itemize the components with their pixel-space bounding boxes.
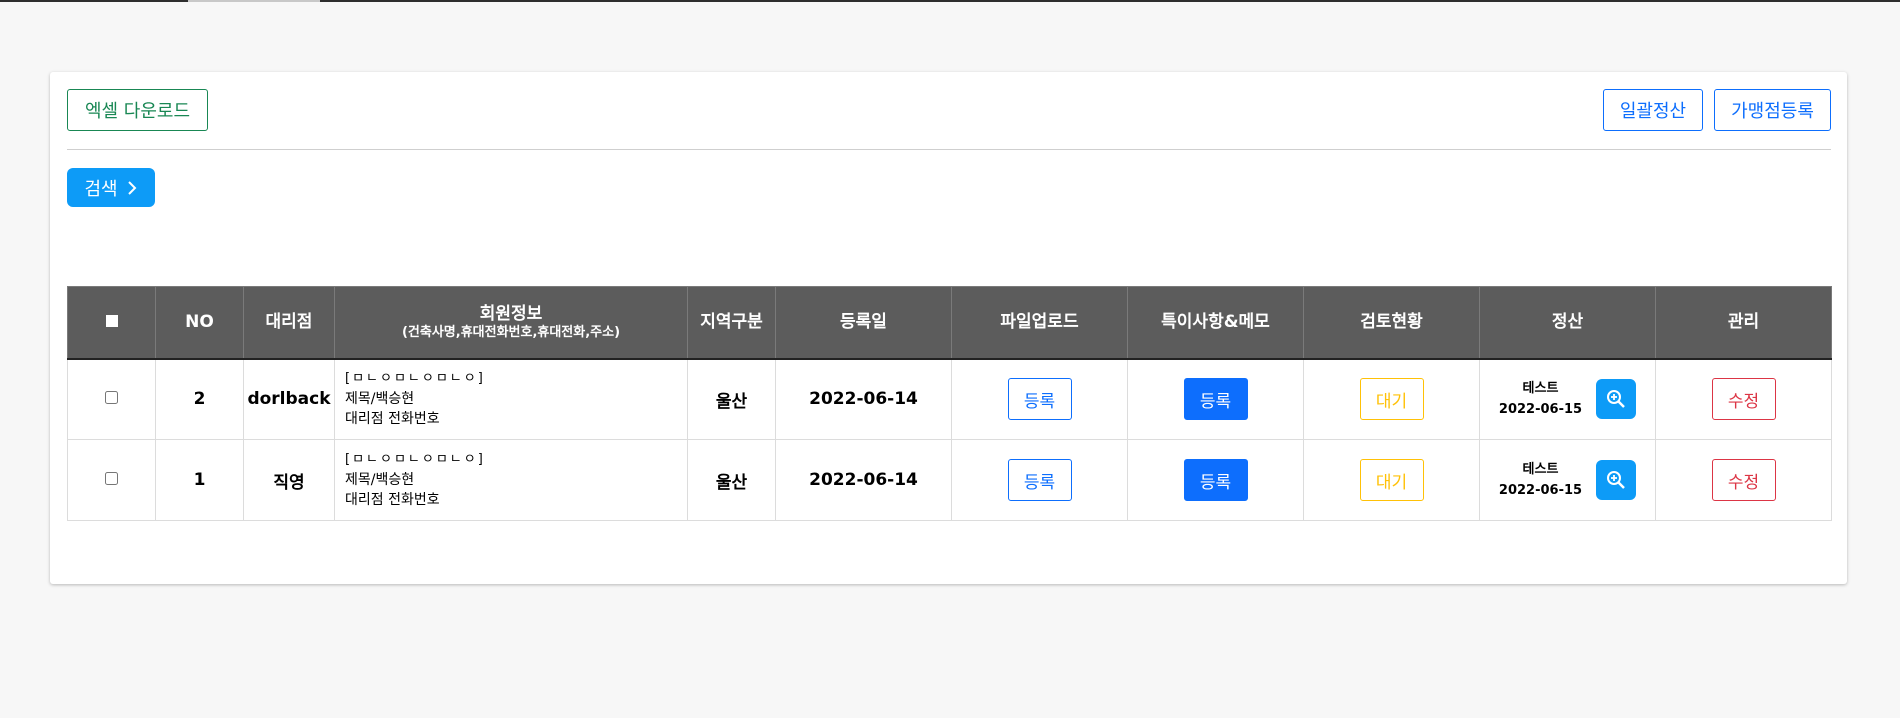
header-member-subtitle: (건축사명,휴대전화번호,휴대전화,주소) (401, 324, 621, 340)
header-review: 검토현황 (1303, 286, 1480, 360)
member-info-line2: 제목/백승현 (345, 472, 415, 488)
content-card: 엑셀 다운로드 일괄정산 가맹점등록 검색 NO 대리점 회원정보 (건축사명,… (50, 72, 1847, 584)
settle-detail-button[interactable] (1596, 460, 1637, 500)
row-select-cell (67, 439, 156, 521)
row-checkbox[interactable] (105, 472, 118, 485)
table-row: 2 dorlback [ㅁㄴㅇㅁㄴㅇㅁㄴㅇ] 제목/백승현 대리점 전화번호 울… (67, 358, 1832, 440)
bulk-settle-button[interactable]: 일괄정산 (1603, 89, 1703, 131)
table-header-row: NO 대리점 회원정보 (건축사명,휴대전화번호,휴대전화,주소) 지역구분 등… (67, 286, 1832, 360)
member-info-line1: [ㅁㄴㅇㅁㄴㅇㅁㄴㅇ] (345, 452, 485, 467)
header-no: NO (155, 286, 244, 360)
member-info-line2: 제목/백승현 (345, 391, 415, 408)
header-memo: 특이사항&메모 (1127, 286, 1304, 360)
row-settle-cell: 테스트 2022-06-15 (1479, 439, 1656, 521)
file-upload-button[interactable]: 등록 (1007, 459, 1072, 501)
header-member-title: 회원정보 (479, 303, 543, 324)
member-info-line3: 대리점 전화번호 (345, 492, 440, 508)
edit-button[interactable]: 수정 (1711, 378, 1776, 421)
row-agency: dorlback (243, 358, 335, 440)
chevron-right-icon (127, 180, 136, 195)
row-manage-cell: 수정 (1655, 439, 1832, 521)
settle-name: 테스트 (1522, 381, 1559, 397)
zoom-in-icon (1607, 390, 1625, 409)
header-agency: 대리점 (243, 286, 335, 360)
memo-register-button[interactable]: 등록 (1183, 378, 1248, 421)
header-reg-date: 등록일 (775, 286, 952, 360)
row-memo-cell: 등록 (1127, 358, 1304, 440)
row-reg-date: 2022-06-14 (775, 358, 952, 440)
row-no: 2 (155, 358, 244, 440)
memo-register-button[interactable]: 등록 (1183, 459, 1248, 501)
zoom-in-icon (1607, 471, 1625, 489)
header-manage: 관리 (1655, 286, 1832, 360)
table-row: 1 직영 [ㅁㄴㅇㅁㄴㅇㅁㄴㅇ] 제목/백승현 대리점 전화번호 울산 2022… (67, 439, 1832, 521)
row-no: 1 (155, 439, 244, 521)
file-upload-button[interactable]: 등록 (1007, 378, 1072, 421)
settle-detail-button[interactable] (1596, 379, 1637, 420)
row-file-cell: 등록 (951, 439, 1128, 521)
row-review-cell: 대기 (1303, 358, 1480, 440)
row-checkbox[interactable] (105, 391, 118, 405)
row-settle-cell: 테스트 2022-06-15 (1479, 358, 1656, 440)
search-button-label: 검색 (84, 178, 118, 199)
store-register-button[interactable]: 가맹점등록 (1714, 89, 1831, 131)
search-toggle-button[interactable]: 검색 (67, 168, 155, 207)
review-status-button[interactable]: 대기 (1359, 378, 1424, 421)
row-select-cell (67, 358, 156, 440)
excel-download-button[interactable]: 엑셀 다운로드 (67, 89, 208, 131)
top-progress-line (0, 0, 1900, 2)
row-manage-cell: 수정 (1655, 358, 1832, 440)
row-file-cell: 등록 (951, 358, 1128, 440)
top-progress-segment (188, 0, 320, 2)
settle-date: 2022-06-15 (1498, 402, 1583, 418)
member-info-line3: 대리점 전화번호 (345, 411, 440, 428)
row-agency: 직영 (243, 439, 335, 521)
row-region: 울산 (687, 439, 776, 521)
row-reg-date: 2022-06-14 (775, 439, 952, 521)
settle-date: 2022-06-15 (1498, 483, 1583, 498)
row-region: 울산 (687, 358, 776, 440)
row-member-info: [ㅁㄴㅇㅁㄴㅇㅁㄴㅇ] 제목/백승현 대리점 전화번호 (334, 358, 688, 440)
settle-name: 테스트 (1522, 462, 1559, 477)
header-settle: 정산 (1479, 286, 1656, 360)
header-file-upload: 파일업로드 (951, 286, 1128, 360)
review-status-button[interactable]: 대기 (1359, 459, 1424, 501)
row-member-info: [ㅁㄴㅇㅁㄴㅇㅁㄴㅇ] 제목/백승현 대리점 전화번호 (334, 439, 688, 521)
header-member-info: 회원정보 (건축사명,휴대전화번호,휴대전화,주소) (334, 286, 688, 360)
select-all-checkbox[interactable] (105, 315, 118, 328)
member-info-line1: [ㅁㄴㅇㅁㄴㅇㅁㄴㅇ] (345, 371, 485, 387)
row-review-cell: 대기 (1303, 439, 1480, 521)
header-select-all[interactable] (67, 286, 156, 360)
row-memo-cell: 등록 (1127, 439, 1304, 521)
edit-button[interactable]: 수정 (1711, 459, 1776, 501)
toolbar-divider (67, 149, 1831, 150)
header-region: 지역구분 (687, 286, 776, 360)
member-table: NO 대리점 회원정보 (건축사명,휴대전화번호,휴대전화,주소) 지역구분 등… (67, 286, 1832, 521)
